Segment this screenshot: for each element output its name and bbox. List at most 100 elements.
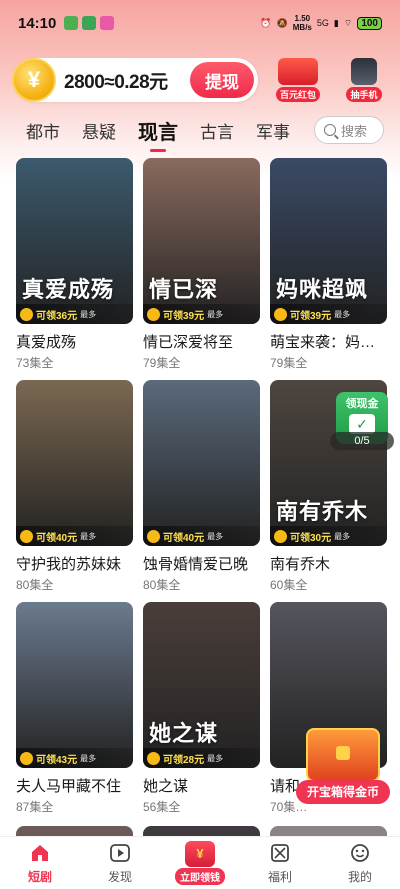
tab-xianyan[interactable]: 现言 [138,116,178,145]
drama-title: 南有乔木 [270,556,331,573]
tab-xuanyi[interactable]: 悬疑 [82,118,116,143]
reward-amount: 可领28元 [163,754,205,766]
drama-episodes: 79集全 [143,356,181,370]
drama-grid: 真爱成殇 可领36元 最多 真爱成殇 73集全 情已深 可领39元 最多 情已深爱将… [16,158,387,824]
nav-earn-money[interactable]: ¥ 立即领钱 [165,841,235,885]
drama-title: 夫人马甲藏不住 [16,778,122,795]
drama-card[interactable]: 真爱成殇 可领36元 最多 真爱成殇 73集全 [16,158,133,370]
battery-icon: 100 [357,16,382,30]
phone-lottery-label: 抽手机 [346,87,382,102]
red-envelope-icon: ¥ [185,841,215,867]
drama-poster[interactable]: 真爱成殇 可领36元 最多 [16,158,133,324]
drama-episodes: 80集全 [16,578,54,592]
search-placeholder: 搜索 [341,123,368,139]
nav-label: 福利 [267,870,292,884]
reward-badge: 可领40元 最多 [16,526,133,546]
reward-suffix: 最多 [334,309,351,319]
next-row-poster [270,826,387,836]
open-treasure-button[interactable]: 开宝箱得金币 [296,780,390,804]
nav-label: 立即领钱 [175,868,225,885]
reward-suffix: 最多 [80,753,97,763]
drama-poster[interactable]: 情已深 可领39元 最多 [143,158,260,324]
home-icon [28,841,52,865]
reward-amount: 可领40元 [163,532,205,544]
coin-icon [20,307,33,321]
reward-suffix: 最多 [207,753,224,763]
coin-icon [20,529,33,543]
reward-suffix: 最多 [207,309,224,319]
coin-balance-bar[interactable]: ¥ 2800≈0.28元 提现 [12,58,258,102]
tab-guyan[interactable]: 古言 [200,118,234,143]
status-time: 14:10 [18,14,57,32]
category-tabs: 都市 悬疑 现言 古言 军事 搜索 [0,110,400,150]
next-row-poster [143,826,260,836]
cash-task-label: 领现金 [345,398,379,410]
reward-amount: 可领39元 [163,310,205,322]
poster-title: 南有乔木 [276,499,369,525]
withdraw-button[interactable]: 提现 [190,62,254,98]
nav-label: 我的 [347,870,372,884]
alarm-icon: ⏰ [260,17,272,28]
drama-card[interactable]: 可领40元 最多 守护我的苏妹妹 80集全 [16,380,133,592]
drama-card[interactable]: 情已深 可领39元 最多 情已深爱将至 79集全 [143,158,260,370]
phone-icon [351,58,377,85]
drama-card[interactable]: 她之谋 可领28元 最多 她之谋 56集全 [143,602,260,814]
red-packet-promo[interactable]: 百元红包 [270,58,326,102]
nav-label: 短剧 [27,870,52,884]
reward-badge: 可领30元 最多 [270,526,387,546]
gift-icon [268,841,292,865]
reward-amount: 可领36元 [36,310,78,322]
network-speed: 1.50 MB/s [293,14,312,32]
drama-episodes: 79集全 [270,356,308,370]
nav-welfare[interactable]: 福利 [245,841,315,885]
drama-poster[interactable]: 她之谋 可领28元 最多 [143,602,260,768]
drama-poster[interactable]: 可领43元 最多 [16,602,133,768]
coin-icon [147,307,160,321]
next-row-poster [16,826,133,836]
drama-card[interactable]: 可领43元 最多 夫人马甲藏不住 87集全 [16,602,133,814]
phone-lottery-promo[interactable]: 抽手机 [336,58,392,102]
poster-title: 情已深 [149,277,219,303]
check-icon: ✓ [349,414,375,434]
drama-title: 守护我的苏妹妹 [16,556,122,573]
drama-title: 情已深爱将至 [143,334,234,351]
status-bar: 14:10 ⏰ 🔕 1.50 MB/s 5G ▮ ⌔ 100 [0,0,400,46]
reward-amount: 可领39元 [290,310,332,322]
coin-amount: 2800≈0.28元 [64,71,168,93]
drama-episodes: 73集全 [16,356,54,370]
tab-junshi[interactable]: 军事 [256,118,290,143]
drama-poster[interactable]: 妈咪超飒 可领39元 最多 [270,158,387,324]
nav-short-drama[interactable]: 短剧 [5,841,75,885]
treasure-chest-icon[interactable] [306,728,380,782]
status-right: ⏰ 🔕 1.50 MB/s 5G ▮ ⌔ 100 [260,14,382,32]
signal-icon: ▮ [333,17,339,28]
wifi-icon: ⌔ [343,17,353,28]
drama-poster[interactable]: 可领40元 最多 [16,380,133,546]
network-type: 5G [316,18,329,28]
reward-amount: 可领40元 [36,532,78,544]
drama-card[interactable]: 妈咪超飒 可领39元 最多 萌宝来袭：妈… 79集全 [270,158,387,370]
poster-title: 真爱成殇 [22,277,115,303]
drama-episodes: 87集全 [16,800,54,814]
drama-title: 真爱成殇 [16,334,77,351]
drama-row: 真爱成殇 可领36元 最多 真爱成殇 73集全 情已深 可领39元 最多 情已深爱将… [16,158,387,370]
reward-suffix: 最多 [334,531,351,541]
reward-badge: 可领43元 最多 [16,748,133,768]
coin-icon [20,751,33,765]
reward-badge: 可领39元 最多 [270,304,387,324]
drama-poster[interactable]: 可领40元 最多 [143,380,260,546]
play-icon [108,841,132,865]
drama-episodes: 60集全 [270,578,308,592]
nav-profile[interactable]: 我的 [325,841,395,885]
search-input[interactable]: 搜索 [314,116,384,144]
media-notification-icon [100,16,115,30]
drama-episodes: 80集全 [143,578,181,592]
smiley-icon [348,841,372,865]
drama-card[interactable]: 可领40元 最多 蚀骨婚情爱已晚 80集全 [143,380,260,592]
reward-badge: 可领28元 最多 [143,748,260,768]
app-notification-icon [64,16,79,30]
nav-discover[interactable]: 发现 [85,841,155,885]
network-speed-unit: MB/s [292,23,312,32]
coin-icon [274,307,287,321]
tab-dushi[interactable]: 都市 [26,118,60,143]
